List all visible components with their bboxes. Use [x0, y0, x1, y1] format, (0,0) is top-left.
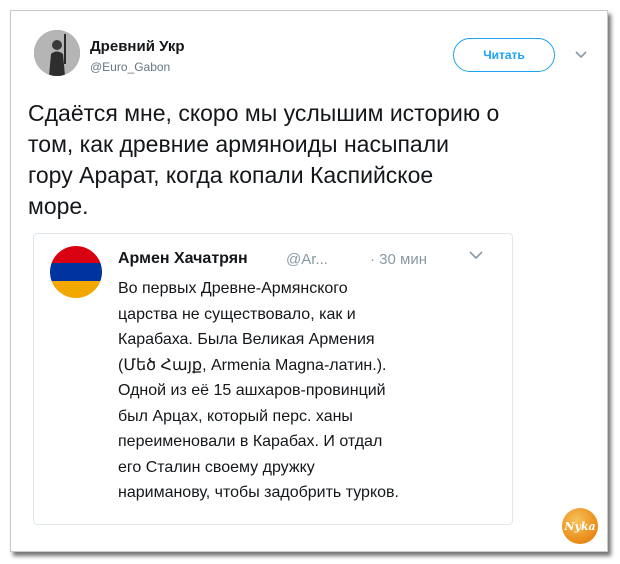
watermark-text: Nyka: [564, 519, 596, 533]
tweet-text-line: гору Арарат, когда копали Каспийское: [28, 162, 434, 188]
quoted-text-line: (Մեծ Հայք, Armenia Magna-латин.).: [118, 356, 387, 374]
tweet-text-line: том, как древние армяноиды насыпали: [28, 131, 449, 157]
tweet-text-line: Сдаётся мне, скоро мы услышим историю о: [28, 100, 500, 126]
quoted-text-line: нариманову, чтобы задобрить турков.: [118, 484, 399, 501]
tweet-text-line: море.: [28, 193, 89, 219]
chevron-down-icon[interactable]: [468, 250, 484, 261]
quoted-author-handle[interactable]: @Ar...: [286, 251, 328, 268]
watermark-logo: Nyka: [562, 508, 598, 544]
tweet-text: Сдаётся мне, скоро мы услышим историю о …: [28, 98, 598, 222]
quoted-text-line: был Арцах, который перс. ханы: [118, 407, 353, 425]
quoted-text-line: Одной из её 15 ашхаров-провинций: [118, 382, 386, 399]
quoted-text-line: Карабаха. Была Великая Армения: [118, 331, 375, 348]
author-avatar[interactable]: [34, 30, 80, 76]
quoted-timestamp[interactable]: · 30 мин: [370, 251, 427, 268]
flag-stripe-blue: [50, 263, 102, 281]
quoted-text-line: его Сталин своему дружку: [118, 458, 315, 476]
statue-avatar-image: [34, 30, 80, 76]
chevron-down-icon[interactable]: [574, 50, 588, 60]
author-name[interactable]: Древний Укр: [90, 38, 185, 55]
follow-button[interactable]: Читать: [453, 38, 555, 72]
author-handle[interactable]: @Euro_Gabon: [90, 60, 170, 74]
quoted-text-line: переименовали в Карабах. И отдал: [118, 433, 383, 450]
quoted-tweet-text: Во первых Древне-Армянского царства не с…: [118, 276, 508, 506]
quoted-text-line: царства не существовало, как и: [118, 305, 356, 323]
quoted-author-avatar[interactable]: [50, 246, 102, 298]
quoted-text-line: Во первых Древне-Армянского: [118, 280, 348, 297]
quoted-author-name[interactable]: Армен Хачатрян: [118, 250, 248, 268]
